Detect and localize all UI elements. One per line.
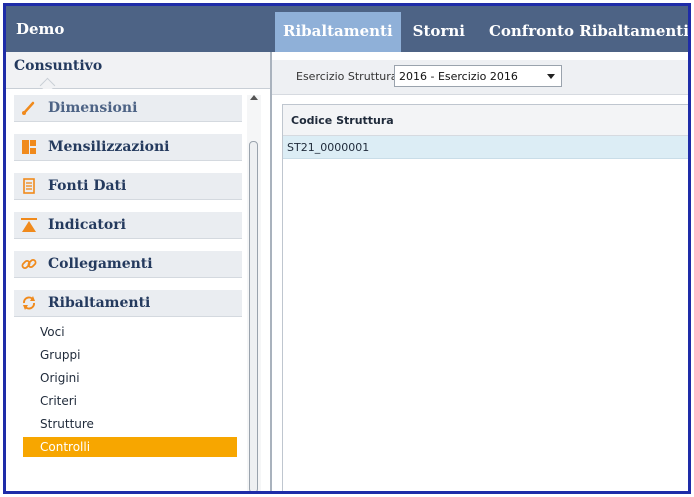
sidebar-item-mensilizzazioni[interactable]: Mensilizzazioni bbox=[14, 134, 242, 161]
sidebar-menu: Dimensioni Mensilizzazioni Fonti Dati In… bbox=[6, 89, 270, 491]
sidebar-item-indicatori[interactable]: Indicatori bbox=[14, 212, 242, 239]
table-row[interactable]: ST21_0000001 bbox=[283, 136, 688, 159]
sidebar-item-ribaltamenti[interactable]: Ribaltamenti bbox=[14, 290, 242, 317]
sidebar: Consuntivo Dimensioni Mensilizzazioni Fo… bbox=[6, 52, 272, 491]
sidebar-item-fonti-dati[interactable]: Fonti Dati bbox=[14, 173, 242, 200]
strutture-grid: Codice Struttura ST21_0000001 bbox=[282, 104, 688, 491]
subitem-gruppi[interactable]: Gruppi bbox=[40, 348, 80, 362]
subitem-criteri[interactable]: Criteri bbox=[40, 394, 77, 408]
tab-storni[interactable]: Storni bbox=[401, 12, 477, 52]
refresh-icon bbox=[20, 294, 38, 312]
sidebar-title: Consuntivo bbox=[14, 58, 103, 74]
tab-ribaltamenti[interactable]: Ribaltamenti bbox=[275, 12, 401, 52]
subitem-origini[interactable]: Origini bbox=[40, 371, 80, 385]
subitem-voci[interactable]: Voci bbox=[40, 325, 65, 339]
column-header-codice-struttura[interactable]: Codice Struttura bbox=[291, 114, 394, 127]
scroll-thumb[interactable] bbox=[249, 141, 258, 491]
link-icon bbox=[20, 255, 38, 273]
sidebar-item-dimensioni[interactable]: Dimensioni bbox=[14, 95, 242, 122]
sidebar-item-label: Indicatori bbox=[48, 217, 126, 233]
layout-icon bbox=[20, 138, 38, 156]
subitem-strutture[interactable]: Strutture bbox=[40, 417, 94, 431]
cell-codice-struttura: ST21_0000001 bbox=[287, 141, 370, 154]
select-value: 2016 - Esercizio 2016 bbox=[399, 70, 518, 83]
sidebar-item-label: Collegamenti bbox=[48, 256, 153, 272]
esercizio-struttura-select[interactable]: 2016 - Esercizio 2016 bbox=[394, 65, 562, 87]
sidebar-scrollbar[interactable] bbox=[247, 95, 261, 491]
main-panel: Esercizio Struttura: 2016 - Esercizio 20… bbox=[272, 52, 688, 491]
sidebar-item-label: Dimensioni bbox=[48, 100, 138, 116]
sidebar-item-label: Mensilizzazioni bbox=[48, 139, 170, 155]
subitem-controlli[interactable]: Controlli bbox=[23, 437, 237, 457]
app-title: Demo bbox=[16, 20, 65, 38]
sidebar-item-collegamenti[interactable]: Collegamenti bbox=[14, 251, 242, 278]
sidebar-item-label: Fonti Dati bbox=[48, 178, 127, 194]
scroll-up-icon[interactable] bbox=[250, 95, 258, 100]
grid-header[interactable]: Codice Struttura bbox=[283, 105, 688, 136]
app-window: Demo Ribaltamenti Storni Confronto Ribal… bbox=[3, 3, 691, 494]
indicator-icon bbox=[20, 216, 38, 234]
top-bar: Demo Ribaltamenti Storni Confronto Ribal… bbox=[6, 6, 688, 52]
tab-confronto-ribaltamenti[interactable]: Confronto Ribaltamenti bbox=[477, 12, 688, 52]
sidebar-header[interactable]: Consuntivo bbox=[6, 52, 270, 94]
filter-bar: Esercizio Struttura: 2016 - Esercizio 20… bbox=[272, 60, 688, 95]
esercizio-struttura-label: Esercizio Struttura: bbox=[296, 70, 402, 83]
tab-bar: Ribaltamenti Storni Confronto Ribaltamen… bbox=[275, 12, 688, 52]
pencil-icon bbox=[20, 99, 38, 117]
chevron-down-icon[interactable] bbox=[547, 74, 555, 79]
document-icon bbox=[20, 177, 38, 195]
sidebar-item-label: Ribaltamenti bbox=[48, 295, 151, 311]
